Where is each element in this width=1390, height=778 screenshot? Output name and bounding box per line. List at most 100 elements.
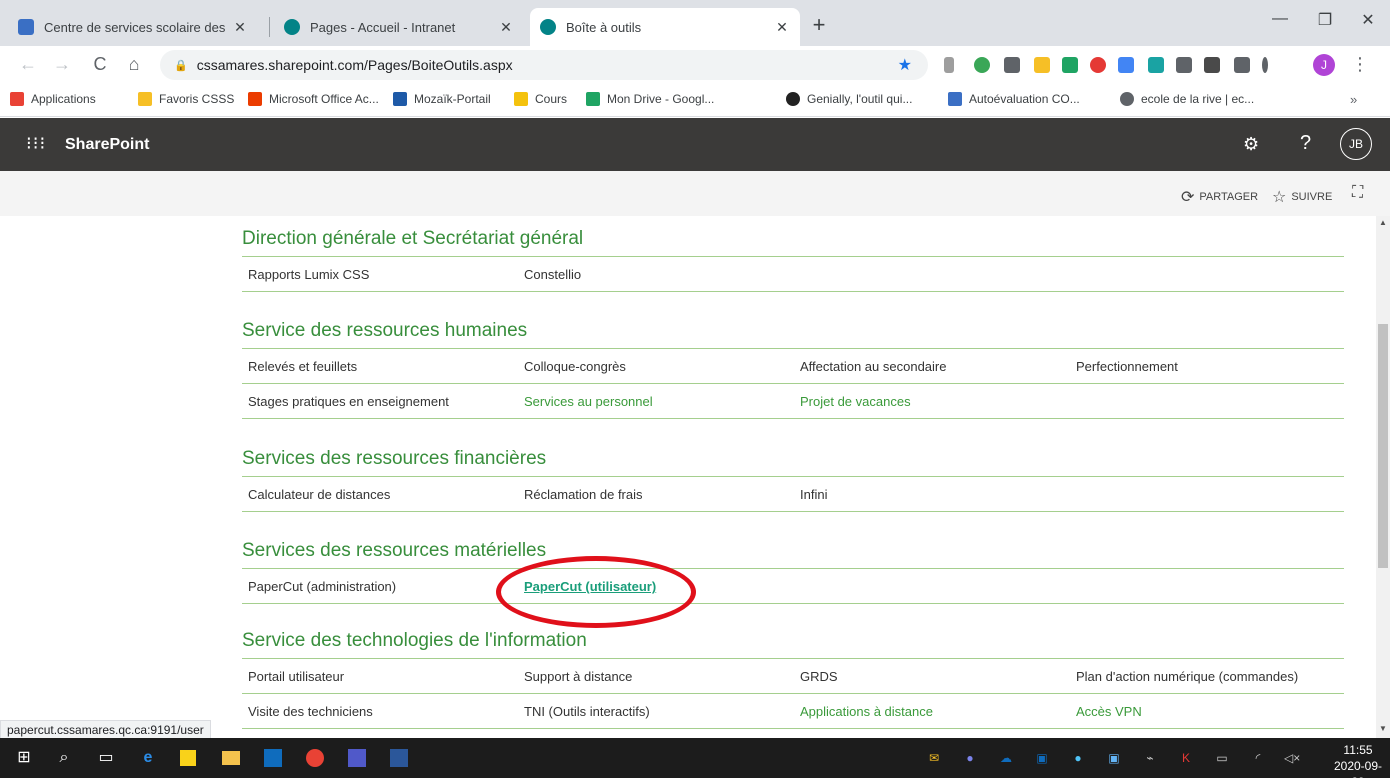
minimize-button[interactable]: —	[1260, 10, 1300, 28]
bookmark-label: ecole de la rive | ec...	[1141, 92, 1255, 106]
sticky-notes-icon[interactable]	[180, 750, 196, 766]
scroll-thumb[interactable]	[1378, 324, 1388, 568]
settings-gear-icon[interactable]: ⚙	[1243, 134, 1259, 155]
extension-icon[interactable]	[1034, 57, 1050, 73]
outlook-tray-icon[interactable]: ▣	[1034, 750, 1050, 766]
teams-icon[interactable]	[348, 749, 366, 767]
share-button[interactable]: ⟳ PARTAGER	[1181, 187, 1258, 207]
bookmark-star-icon[interactable]: ★	[898, 55, 912, 75]
tool-link[interactable]: Réclamation de frais	[524, 487, 643, 502]
focus-mode-icon[interactable]: ⛶	[1352, 184, 1363, 202]
app-launcher-icon[interactable]: ⁝⁝⁝	[26, 133, 46, 154]
bookmark-mozaik[interactable]: Mozaïk-Portail	[393, 92, 491, 106]
adblock-icon[interactable]	[1090, 57, 1106, 73]
battery-tray-icon[interactable]: ▭	[1214, 750, 1230, 766]
tool-link[interactable]: Portail utilisateur	[248, 669, 344, 684]
bookmark-drive[interactable]: Mon Drive - Googl...	[586, 92, 714, 106]
close-icon[interactable]: ✕	[232, 19, 248, 36]
bookmark-autoevaluation[interactable]: Autoévaluation CO...	[948, 92, 1080, 106]
forward-button[interactable]: →	[50, 54, 74, 75]
tab-pages-accueil[interactable]: Pages - Accueil - Intranet ✕	[274, 8, 524, 46]
search-icon[interactable]: ⌕	[54, 748, 74, 768]
restore-button[interactable]: ❐	[1305, 10, 1345, 30]
tool-link[interactable]: Rapports Lumix CSS	[248, 267, 369, 282]
tool-link[interactable]: GRDS	[800, 669, 838, 684]
back-button[interactable]: ←	[16, 54, 40, 75]
tool-link[interactable]: Applications à distance	[800, 704, 933, 719]
outlook-icon[interactable]	[264, 749, 282, 767]
tool-link[interactable]: Infini	[800, 487, 827, 502]
tab-boite-a-outils[interactable]: Boîte à outils ✕	[530, 8, 800, 46]
extension-icon[interactable]	[1148, 57, 1164, 73]
tool-link[interactable]: Support à distance	[524, 669, 632, 684]
tool-link[interactable]: Perfectionnement	[1076, 359, 1178, 374]
extension-icon[interactable]	[1262, 57, 1268, 73]
browser-menu-icon[interactable]: ⋮	[1350, 54, 1370, 75]
tool-link[interactable]: Visite des techniciens	[248, 704, 373, 719]
word-icon[interactable]	[390, 749, 408, 767]
sharepoint-brand[interactable]: SharePoint	[65, 136, 149, 154]
bookmark-genially[interactable]: Genially, l'outil qui...	[786, 92, 912, 106]
security-tray-icon[interactable]: ▣	[1106, 750, 1122, 766]
highlight-circle	[496, 556, 696, 628]
network-tray-icon[interactable]: ●	[1070, 750, 1086, 766]
tab-centre-de-services[interactable]: Centre de services scolaire des So ✕	[8, 8, 258, 46]
extension-icon[interactable]	[1004, 57, 1020, 73]
browser-toolbar: ← → C ⌂ 🔒 cssamares.sharepoint.com/Pages…	[0, 46, 1390, 84]
bookmark-ecole[interactable]: ecole de la rive | ec...	[1120, 92, 1254, 106]
edge-icon[interactable]: e	[138, 748, 158, 768]
tool-link[interactable]: Affectation au secondaire	[800, 359, 946, 374]
tool-link[interactable]: Plan d'action numérique (commandes)	[1076, 669, 1298, 684]
page-scrollbar[interactable]: ▲ ▼	[1376, 216, 1390, 738]
tool-link[interactable]: TNI (Outils interactifs)	[524, 704, 650, 719]
window-close-button[interactable]: ✕	[1348, 10, 1388, 30]
bookmark-office[interactable]: Microsoft Office Ac...	[248, 92, 379, 106]
home-button[interactable]: ⌂	[122, 54, 146, 75]
mail-tray-icon[interactable]: ✉	[926, 750, 942, 766]
close-icon[interactable]: ✕	[498, 19, 514, 36]
bookmark-applications[interactable]: Applications	[10, 92, 96, 106]
tool-link[interactable]: Stages pratiques en enseignement	[248, 394, 449, 409]
help-button[interactable]: ?	[1300, 132, 1311, 155]
wifi-tray-icon[interactable]: ◜	[1250, 750, 1266, 766]
reload-button[interactable]: C	[88, 54, 112, 75]
tool-link[interactable]: PaperCut (administration)	[248, 579, 396, 594]
extension-icon[interactable]	[1062, 57, 1078, 73]
windows-start-icon[interactable]: ⊞	[14, 748, 34, 768]
bookmark-favoris[interactable]: Favoris CSSS	[138, 92, 234, 106]
extension-icon[interactable]	[1118, 57, 1134, 73]
extension-icon[interactable]	[1204, 57, 1220, 73]
scroll-down-arrow-icon[interactable]: ▼	[1376, 724, 1390, 733]
tool-row: PaperCut (administration) PaperCut (utili…	[242, 569, 1344, 604]
taskbar-clock[interactable]: 11:55 2020-09-29	[1330, 742, 1386, 778]
extension-icon[interactable]	[1176, 57, 1192, 73]
user-avatar[interactable]: JB	[1340, 128, 1372, 160]
extension-icon[interactable]	[974, 57, 990, 73]
tool-link[interactable]: Accès VPN	[1076, 704, 1142, 719]
teams-tray-icon[interactable]: ●	[962, 750, 978, 766]
file-explorer-icon[interactable]	[222, 751, 240, 765]
office-icon	[248, 92, 262, 106]
profile-avatar[interactable]: J	[1313, 54, 1335, 76]
extension-icon[interactable]	[944, 57, 954, 73]
puzzle-icon[interactable]	[1234, 57, 1250, 73]
bookmark-cours[interactable]: Cours	[514, 92, 567, 106]
tool-link[interactable]: Relevés et feuillets	[248, 359, 357, 374]
satellite-tray-icon[interactable]: ⌁	[1142, 750, 1158, 766]
volume-mute-icon[interactable]: ◁×	[1284, 750, 1300, 766]
tool-link[interactable]: Constellio	[524, 267, 581, 282]
antivirus-tray-icon[interactable]: K	[1178, 750, 1194, 766]
bookmarks-overflow-button[interactable]: »	[1350, 92, 1357, 107]
task-view-icon[interactable]: ▭	[96, 748, 116, 768]
tool-link[interactable]: Calculateur de distances	[248, 487, 390, 502]
tool-link[interactable]: Projet de vacances	[800, 394, 911, 409]
tool-link[interactable]: Colloque-congrès	[524, 359, 626, 374]
onedrive-tray-icon[interactable]: ☁	[998, 750, 1014, 766]
chrome-icon[interactable]	[306, 749, 324, 767]
address-bar[interactable]: 🔒 cssamares.sharepoint.com/Pages/BoiteOu…	[160, 50, 928, 80]
close-icon[interactable]: ✕	[774, 19, 790, 36]
follow-button[interactable]: ☆ SUIVRE	[1272, 187, 1332, 207]
tool-link[interactable]: Services au personnel	[524, 394, 653, 409]
scroll-up-arrow-icon[interactable]: ▲	[1376, 218, 1390, 227]
new-tab-button[interactable]: +	[805, 12, 833, 38]
